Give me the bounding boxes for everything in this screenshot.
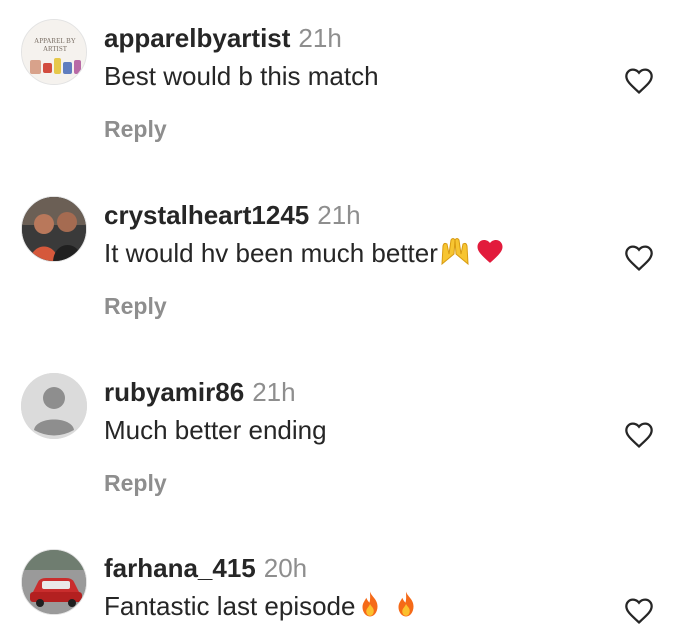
car-photo	[22, 550, 86, 614]
reply-button[interactable]: Reply	[104, 115, 167, 143]
svg-text:ARTIST: ARTIST	[43, 45, 68, 53]
avatar[interactable]: APPAREL BY ARTIST	[21, 19, 87, 85]
comment-text: Fantastic last episode	[104, 589, 421, 627]
timestamp: 21h	[252, 377, 296, 407]
comment-text-content: Fantastic last episode	[104, 591, 356, 621]
svg-text:APPAREL BY: APPAREL BY	[34, 37, 76, 45]
comment-meta: crystalheart1245 21h	[104, 200, 361, 230]
comment-text: Best would b this match	[104, 61, 379, 91]
fire-emoji	[355, 589, 385, 627]
username[interactable]: crystalheart1245	[104, 200, 309, 230]
comment-meta: apparelbyartist 21h	[104, 23, 342, 53]
red-heart-emoji	[474, 236, 506, 274]
reply-button[interactable]: Reply	[104, 469, 167, 497]
timestamp: 21h	[317, 200, 361, 230]
comment-text: It would hv been much better	[104, 236, 506, 274]
heart-icon[interactable]	[622, 595, 656, 627]
fire-emoji	[391, 589, 421, 627]
default-avatar-icon	[21, 373, 87, 439]
profile-photo	[22, 197, 86, 261]
username[interactable]: farhana_415	[104, 553, 256, 583]
heart-icon[interactable]	[622, 419, 656, 451]
avatar[interactable]	[21, 549, 87, 615]
avatar[interactable]	[21, 196, 87, 262]
comment-text-content: It would hv been much better	[104, 238, 438, 268]
raising-hands-emoji	[438, 236, 472, 274]
timestamp: 20h	[263, 553, 308, 583]
heart-icon[interactable]	[622, 65, 656, 97]
username[interactable]: rubyamir86	[104, 377, 244, 407]
comment-text: Much better ending	[104, 415, 327, 445]
brand-logo-avatar: APPAREL BY ARTIST	[22, 20, 86, 84]
timestamp: 21h	[298, 23, 342, 53]
heart-icon[interactable]	[622, 242, 656, 274]
username[interactable]: apparelbyartist	[104, 23, 290, 53]
comment-meta: rubyamir86 21h	[104, 377, 296, 407]
comment-meta: farhana_415 20h	[104, 553, 307, 583]
avatar[interactable]	[21, 373, 87, 439]
reply-button[interactable]: Reply	[104, 292, 167, 320]
